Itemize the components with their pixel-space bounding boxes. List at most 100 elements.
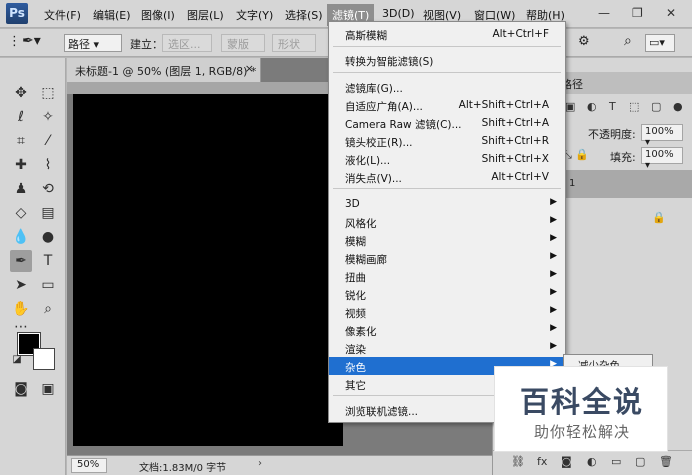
- healing-brush-icon[interactable]: ✚: [10, 154, 32, 176]
- magic-wand-icon[interactable]: ✧: [37, 106, 59, 128]
- fill-field[interactable]: 100% ▾: [641, 147, 683, 171]
- filter-dropdown-menu: 高斯模糊 Alt+Ctrl+F 转换为智能滤镜(S) 滤镜库(G)... 自适应广…: [328, 21, 566, 423]
- delete-layer-icon[interactable]: 🗑: [659, 455, 673, 468]
- settings-gear-icon[interactable]: ⚙: [578, 34, 590, 49]
- menu-layer[interactable]: 图层(L): [187, 7, 224, 23]
- menu-select[interactable]: 选择(S): [285, 7, 323, 23]
- document-tab[interactable]: 未标题-1 @ 50% (图层 1, RGB/8) * ×: [67, 58, 261, 82]
- search-icon[interactable]: ⌕: [624, 33, 632, 49]
- workspace-switcher[interactable]: ▭▾: [645, 34, 675, 52]
- new-group-icon[interactable]: ▭: [611, 455, 621, 468]
- status-bar: 50% 文档:1.83M/0 字节 ›: [67, 455, 492, 475]
- submenu-arrow-icon: ▶: [550, 215, 557, 225]
- restore-icon[interactable]: ❐: [632, 6, 643, 20]
- menu-item-blur-gallery[interactable]: 模糊画廊 ▶: [329, 249, 565, 267]
- close-icon[interactable]: ✕: [666, 6, 676, 20]
- lasso-tool-icon[interactable]: ℓ: [10, 106, 32, 128]
- eraser-tool-icon[interactable]: ◇: [10, 202, 32, 224]
- menu-item-adaptive-wide-angle[interactable]: 自适应广角(A)... Alt+Shift+Ctrl+A: [329, 96, 565, 114]
- watermark-logo: 百科全说 助你轻松解决: [494, 366, 668, 452]
- background-color-swatch[interactable]: [33, 348, 55, 370]
- mask-button[interactable]: 蒙版: [221, 34, 265, 52]
- menu-type[interactable]: 文字(Y): [236, 7, 273, 23]
- tools-panel: ✥ ⬚ ℓ ✧ ⌗ ⁄ ✚ ⌇ ♟ ⟲ ◇ ▤ 💧 ● ✒ T ➤ ▭ ✋ ⌕ …: [0, 58, 66, 475]
- menu-item-blur[interactable]: 模糊 ▶: [329, 231, 565, 249]
- marquee-tool-icon[interactable]: ⬚: [37, 82, 59, 104]
- blur-tool-icon[interactable]: 💧: [10, 226, 32, 248]
- menu-edit[interactable]: 编辑(E): [93, 7, 131, 23]
- layer-name: 1: [569, 178, 576, 189]
- selection-button[interactable]: 选区...: [162, 34, 212, 52]
- menu-item-render[interactable]: 渲染 ▶: [329, 339, 565, 357]
- zoom-field[interactable]: 50%: [71, 458, 107, 473]
- menu-item-pixelate[interactable]: 像素化 ▶: [329, 321, 565, 339]
- layer-filter-icons: ▣ ◐ T ⬚ ▢ ●: [565, 100, 692, 116]
- smart-object-filter-icon[interactable]: ▢: [651, 100, 661, 113]
- document-canvas[interactable]: [73, 94, 343, 446]
- menu-item-video[interactable]: 视频 ▶: [329, 303, 565, 321]
- minimize-icon[interactable]: —: [598, 6, 610, 20]
- pen-tool-icon[interactable]: ✒: [10, 250, 32, 272]
- menu-item-camera-raw[interactable]: Camera Raw 滤镜(C)... Shift+Ctrl+A: [329, 114, 565, 132]
- move-tool-icon[interactable]: ✥: [10, 82, 32, 104]
- new-adjustment-icon[interactable]: ◐: [587, 455, 597, 468]
- path-selection-icon[interactable]: ➤: [10, 274, 32, 296]
- menu-separator: [333, 188, 561, 189]
- pen-tool-preset-icon[interactable]: ✒▾: [22, 33, 41, 49]
- fill-label: 填充:: [610, 151, 636, 164]
- menu-item-filter-gallery[interactable]: 滤镜库(G)...: [329, 78, 565, 96]
- add-mask-icon[interactable]: ◙: [561, 455, 572, 468]
- crop-tool-icon[interactable]: ⌗: [10, 130, 32, 152]
- status-menu-arrow-icon[interactable]: ›: [258, 458, 262, 469]
- shape-button[interactable]: 形状: [272, 34, 316, 52]
- type-filter-icon[interactable]: T: [609, 100, 616, 113]
- screen-mode-icon[interactable]: ▣: [37, 378, 59, 400]
- menu-image[interactable]: 图像(I): [141, 7, 175, 23]
- quick-mask-icon[interactable]: ◙: [10, 378, 32, 400]
- submenu-arrow-icon: ▶: [550, 233, 557, 243]
- menu-file[interactable]: 文件(F): [44, 7, 81, 23]
- dodge-tool-icon[interactable]: ●: [37, 226, 59, 248]
- eyedropper-icon[interactable]: ⁄: [37, 130, 59, 152]
- close-tab-icon[interactable]: ×: [245, 62, 254, 75]
- opacity-field[interactable]: 100% ▾: [641, 124, 683, 148]
- filter-toggle-icon[interactable]: ●: [673, 100, 683, 113]
- fx-icon[interactable]: fx: [537, 455, 547, 468]
- watermark-subtitle: 助你轻松解决: [533, 423, 630, 441]
- menu-item-stylize[interactable]: 风格化 ▶: [329, 213, 565, 231]
- adjustment-filter-icon[interactable]: ◐: [587, 100, 597, 113]
- menu-separator: [333, 72, 561, 73]
- menu-item-lens-correction[interactable]: 镜头校正(R)... Shift+Ctrl+R: [329, 132, 565, 150]
- lock-icons[interactable]: ⤡ 🔒: [563, 148, 589, 162]
- menu-item-convert-smart-filter[interactable]: 转换为智能滤镜(S): [329, 51, 565, 69]
- menu-item-vanishing-point[interactable]: 消失点(V)... Alt+Ctrl+V: [329, 168, 565, 186]
- zoom-tool-icon[interactable]: ⌕: [37, 298, 59, 320]
- submenu-arrow-icon: ▶: [550, 341, 557, 351]
- menu-item-distort[interactable]: 扭曲 ▶: [329, 267, 565, 285]
- menu-item-sharpen[interactable]: 锐化 ▶: [329, 285, 565, 303]
- history-brush-icon[interactable]: ⟲: [37, 178, 59, 200]
- clone-stamp-icon[interactable]: ♟: [10, 178, 32, 200]
- menu-item-liquify[interactable]: 液化(L)... Shift+Ctrl+X: [329, 150, 565, 168]
- path-mode-select[interactable]: 路径 ▾: [64, 34, 122, 52]
- pixel-filter-icon[interactable]: ▣: [565, 100, 575, 113]
- photoshop-logo-icon: Ps: [6, 3, 28, 24]
- type-tool-icon[interactable]: T: [37, 250, 59, 272]
- brush-tool-icon[interactable]: ⌇: [37, 154, 59, 176]
- layers-bottom-bar: ⛓ fx ◙ ◐ ▭ ▢ 🗑: [493, 450, 692, 475]
- menu-item-gaussian-blur[interactable]: 高斯模糊 Alt+Ctrl+F: [329, 25, 565, 43]
- menu-item-3d[interactable]: 3D ▶: [329, 195, 565, 213]
- rectangle-tool-icon[interactable]: ▭: [37, 274, 59, 296]
- new-layer-icon[interactable]: ▢: [635, 455, 645, 468]
- shape-filter-icon[interactable]: ⬚: [629, 100, 639, 113]
- document-tab-title: 未标题-1 @ 50% (图层 1, RGB/8) *: [75, 65, 257, 78]
- submenu-arrow-icon: ▶: [550, 305, 557, 315]
- gradient-tool-icon[interactable]: ▤: [37, 202, 59, 224]
- grip-icon: ⋮: [8, 34, 21, 49]
- watermark-title: 百科全说: [519, 385, 644, 419]
- build-label: 建立：: [130, 38, 163, 51]
- link-layers-icon[interactable]: ⛓: [511, 455, 525, 468]
- default-colors-icon[interactable]: ◪: [6, 348, 28, 370]
- menu-3d[interactable]: 3D(D): [382, 7, 415, 20]
- submenu-arrow-icon: ▶: [550, 251, 557, 261]
